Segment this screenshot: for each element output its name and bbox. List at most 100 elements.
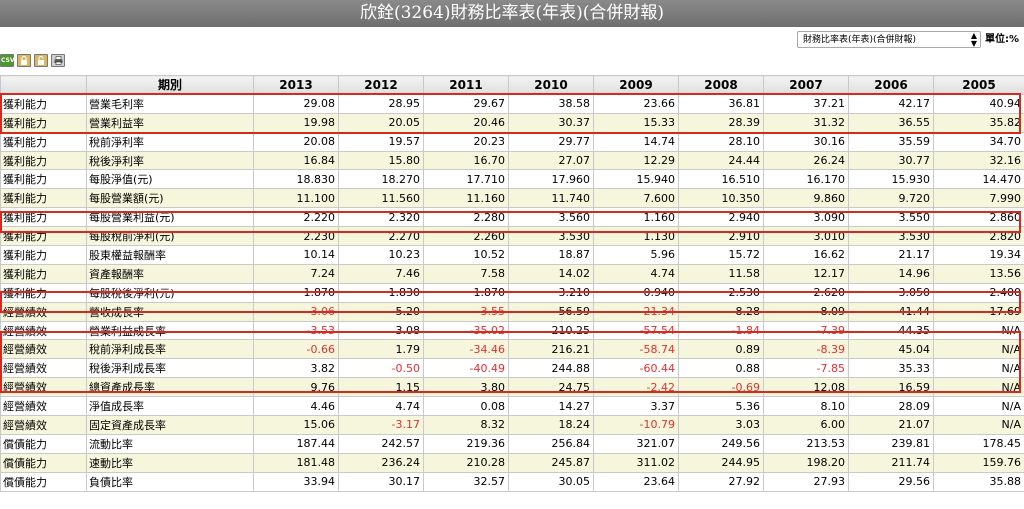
lock-button[interactable]: [17, 54, 31, 67]
row-item-label: 速動比率: [86, 452, 254, 473]
table-row: 獲利能力 稅後淨利率 16.84 15.80 16.70 27.07 12.29 24.44 2…: [0, 150, 1024, 171]
header-year: 2006: [848, 75, 934, 95]
header-year: 2013: [253, 75, 339, 95]
value-cell: 1.870: [253, 282, 339, 303]
value-cell: 11.100: [253, 188, 339, 209]
value-cell: 3.80: [423, 377, 509, 398]
report-type-select[interactable]: 財務比率表(年表)(合併財報) ▲ ▼: [797, 31, 981, 48]
value-cell: 236.24: [338, 452, 424, 473]
row-category: 經營績效: [0, 358, 87, 379]
value-cell: 40.94: [933, 93, 1024, 114]
value-cell: 28.95: [338, 93, 424, 114]
value-cell: 56.59: [508, 301, 594, 322]
value-cell: -57.54: [593, 320, 679, 341]
unlock-button[interactable]: [34, 54, 48, 67]
table-row: 獲利能力 稅前淨利率 20.08 19.57 20.23 29.77 14.74 28.10 3…: [0, 131, 1024, 152]
row-item-label: 每股稅後淨利(元): [86, 282, 254, 303]
row-category: 獲利能力: [0, 131, 87, 152]
value-cell: 3.090: [763, 207, 849, 228]
value-cell: 14.02: [508, 263, 594, 284]
value-cell: 0.89: [678, 339, 764, 360]
row-item-label: 流動比率: [86, 433, 254, 454]
row-category: 經營績效: [0, 415, 87, 435]
table-row: 經營績效 營業利益成長率 -3.53 3.08 -35.02 210.25 -57.54 -1…: [0, 320, 1024, 341]
row-item-label: 負債比率: [86, 471, 254, 492]
print-button[interactable]: [51, 54, 65, 67]
value-cell: 20.23: [423, 131, 509, 152]
value-cell: 242.57: [338, 433, 424, 454]
value-cell: 35.82: [933, 112, 1024, 133]
row-item-label: 股東權益報酬率: [86, 245, 254, 265]
value-cell: 28.09: [848, 396, 934, 417]
value-cell: 35.88: [933, 471, 1024, 492]
table-row: 獲利能力 營業利益率 19.98 20.05 20.46 30.37 15.33 28.39 3…: [0, 112, 1024, 133]
value-cell: 45.04: [848, 339, 934, 360]
table-row: 經營績效 稅後淨利成長率 3.82 -0.50 -40.49 244.88 -60.44 0.…: [0, 358, 1024, 379]
value-cell: 20.08: [253, 131, 339, 152]
header-year: 2007: [763, 75, 849, 95]
value-cell: 11.740: [508, 188, 594, 209]
header-category: [0, 75, 87, 95]
value-cell: -21.34: [593, 301, 679, 322]
value-cell: 34.70: [933, 131, 1024, 152]
value-cell: 12.29: [593, 150, 679, 171]
toolbar: CSV: [0, 54, 65, 67]
value-cell: 1.79: [338, 339, 424, 360]
value-cell: -10.79: [593, 415, 679, 435]
value-cell: 3.530: [508, 226, 594, 247]
value-cell: 245.87: [508, 452, 594, 473]
value-cell: 213.53: [763, 433, 849, 454]
row-category: 經營績效: [0, 377, 87, 398]
value-cell: 7.58: [423, 263, 509, 284]
value-cell: 8.32: [423, 415, 509, 435]
row-item-label: 淨值成長率: [86, 396, 254, 417]
table-row: 獲利能力 資產報酬率 7.24 7.46 7.58 14.02 4.74 11.58 12.17…: [0, 263, 1024, 284]
value-cell: 244.95: [678, 452, 764, 473]
financial-ratio-table: 期別 2013 2012 2011 2010 2009 2008 2007 20…: [0, 75, 1024, 492]
value-cell: 37.21: [763, 93, 849, 114]
value-cell: 8.28: [678, 301, 764, 322]
table-row: 經營績效 固定資產成長率 15.06 -3.17 8.32 18.24 -10.79 3.03…: [0, 415, 1024, 435]
value-cell: 15.940: [593, 169, 679, 190]
value-cell: 4.74: [593, 263, 679, 284]
value-cell: 9.720: [848, 188, 934, 209]
value-cell: 33.94: [253, 471, 339, 492]
row-item-label: 營業毛利率: [86, 93, 254, 114]
header-year: 2009: [593, 75, 679, 95]
value-cell: 19.57: [338, 131, 424, 152]
value-cell: 24.44: [678, 150, 764, 171]
value-cell: 36.81: [678, 93, 764, 114]
header-year: 2012: [338, 75, 424, 95]
value-cell: 8.10: [763, 396, 849, 417]
table-row: 經營績效 營收成長率 -3.06 5.20 -3.55 56.59 -21.34 8.28 8.…: [0, 301, 1024, 322]
row-item-label: 每股營業利益(元): [86, 207, 254, 228]
value-cell: 216.21: [508, 339, 594, 360]
value-cell: 21.07: [848, 415, 934, 435]
row-category: 獲利能力: [0, 169, 87, 190]
value-cell: 29.67: [423, 93, 509, 114]
value-cell: 2.860: [933, 207, 1024, 228]
page-title: 欣銓(3264)財務比率表(年表)(合併財報): [0, 0, 1024, 27]
value-cell: 3.050: [848, 282, 934, 303]
value-cell: 3.37: [593, 396, 679, 417]
value-cell: 18.830: [253, 169, 339, 190]
value-cell: 3.560: [508, 207, 594, 228]
header-row: 期別 2013 2012 2011 2010 2009 2008 2007 20…: [0, 75, 1024, 95]
value-cell: N/A: [933, 396, 1024, 417]
value-cell: 30.05: [508, 471, 594, 492]
value-cell: -35.02: [423, 320, 509, 341]
row-category: 獲利能力: [0, 188, 87, 209]
value-cell: 10.23: [338, 245, 424, 265]
value-cell: 210.28: [423, 452, 509, 473]
lock-icon: [21, 56, 27, 65]
value-cell: 5.36: [678, 396, 764, 417]
table-row: 償債能力 流動比率 187.44 242.57 219.36 256.84 321.07 24…: [0, 433, 1024, 454]
value-cell: 16.70: [423, 150, 509, 171]
value-cell: 5.20: [338, 301, 424, 322]
value-cell: 1.160: [593, 207, 679, 228]
csv-export-button[interactable]: CSV: [0, 54, 14, 67]
row-category: 獲利能力: [0, 245, 87, 265]
value-cell: 2.940: [678, 207, 764, 228]
table-row: 償債能力 速動比率 181.48 236.24 210.28 245.87 311.02 24…: [0, 452, 1024, 473]
value-cell: 28.10: [678, 131, 764, 152]
